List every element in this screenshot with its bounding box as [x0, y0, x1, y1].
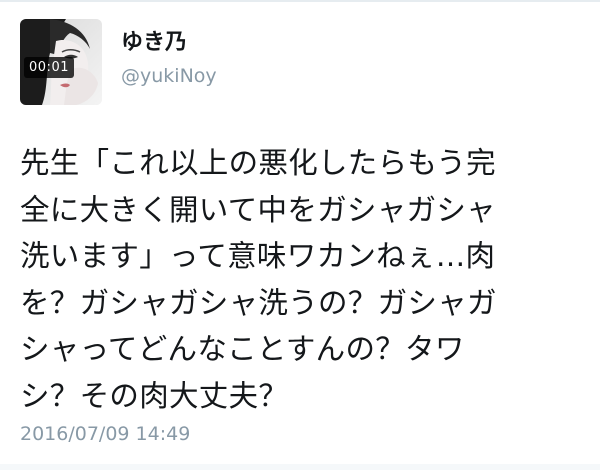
- tweet-text-line: シ？その肉大丈夫？: [20, 378, 289, 413]
- tweet-card: 00:01 ゆき乃 @yukiNoy 先生「これ以上の悪化したらもう完 全に大き…: [0, 0, 600, 470]
- display-name[interactable]: ゆき乃: [121, 30, 187, 56]
- tweet-timestamp[interactable]: 2016/07/09 14:49: [20, 422, 190, 446]
- tweet-text-line: 洗います」って意味ワカンねぇ…肉: [20, 239, 496, 273]
- bottom-divider: [0, 464, 600, 470]
- top-divider: [0, 0, 600, 2]
- tweet-text-line: 先生「これ以上の悪化したらもう完: [20, 146, 496, 180]
- tweet-text: 先生「これ以上の悪化したらもう完 全に大きく開いて中をガシャガシャ 洗います」っ…: [20, 140, 585, 419]
- tweet-text-line: を？ガシャガシャ洗うの？ガシャガ: [20, 285, 497, 320]
- user-handle[interactable]: @yukiNoy: [121, 64, 217, 88]
- tweet-text-line: 全に大きく開いて中をガシャガシャ: [20, 192, 496, 227]
- video-duration-badge: 00:01: [24, 57, 74, 78]
- tweet-text-line: シャってどんなことすんの？タワ: [20, 332, 465, 366]
